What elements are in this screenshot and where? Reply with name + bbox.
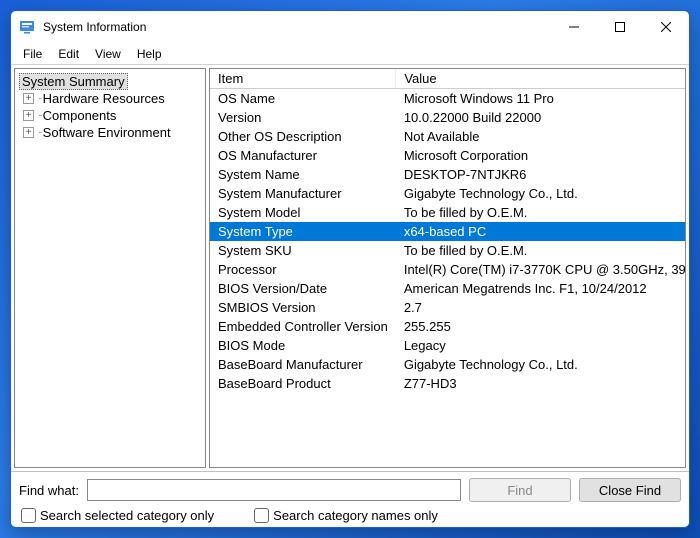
cell-value: Gigabyte Technology Co., Ltd. <box>396 355 685 374</box>
cell-value: Gigabyte Technology Co., Ltd. <box>396 184 685 203</box>
cell-item: BaseBoard Manufacturer <box>210 355 396 374</box>
menu-edit[interactable]: Edit <box>50 45 87 63</box>
table-row[interactable]: BaseBoard ManufacturerGigabyte Technolog… <box>210 355 685 374</box>
cell-value: American Megatrends Inc. F1, 10/24/2012 <box>396 279 685 298</box>
table-row[interactable]: ProcessorIntel(R) Core(TM) i7-3770K CPU … <box>210 260 685 279</box>
cell-value: Z77-HD3 <box>396 374 685 393</box>
tree-item[interactable]: +··Software Environment <box>17 124 203 141</box>
tree-item[interactable]: +··Components <box>17 107 203 124</box>
cell-item: OS Manufacturer <box>210 146 396 165</box>
cell-value: Not Available <box>396 127 685 146</box>
cell-item: System Manufacturer <box>210 184 396 203</box>
cell-item: System Model <box>210 203 396 222</box>
table-row[interactable]: System Typex64-based PC <box>210 222 685 241</box>
cell-item: SMBIOS Version <box>210 298 396 317</box>
table-row[interactable]: BIOS Version/DateAmerican Megatrends Inc… <box>210 279 685 298</box>
table-row[interactable]: System ModelTo be filled by O.E.M. <box>210 203 685 222</box>
table-row[interactable]: Version10.0.22000 Build 22000 <box>210 108 685 127</box>
cell-item: Other OS Description <box>210 127 396 146</box>
cell-item: System SKU <box>210 241 396 260</box>
column-header-item[interactable]: Item <box>210 69 396 89</box>
table-row[interactable]: System ManufacturerGigabyte Technology C… <box>210 184 685 203</box>
cell-item: System Type <box>210 222 396 241</box>
cell-item: System Name <box>210 165 396 184</box>
cell-item: BaseBoard Product <box>210 374 396 393</box>
maximize-button[interactable] <box>597 11 643 43</box>
table-row[interactable]: Embedded Controller Version255.255 <box>210 317 685 336</box>
table-row[interactable]: System NameDESKTOP-7NTJKR6 <box>210 165 685 184</box>
app-icon <box>19 19 35 35</box>
table-row[interactable]: System SKUTo be filled by O.E.M. <box>210 241 685 260</box>
menu-view[interactable]: View <box>87 45 129 63</box>
find-input[interactable] <box>87 479 461 501</box>
cell-value: x64-based PC <box>396 222 685 241</box>
table-row[interactable]: OS ManufacturerMicrosoft Corporation <box>210 146 685 165</box>
table-row[interactable]: BIOS ModeLegacy <box>210 336 685 355</box>
cell-value: To be filled by O.E.M. <box>396 203 685 222</box>
tree-item-label: Software Environment <box>43 125 171 140</box>
close-find-button[interactable]: Close Find <box>579 478 681 502</box>
details-pane: Item Value OS NameMicrosoft Windows 11 P… <box>209 68 686 468</box>
cell-item: OS Name <box>210 89 396 109</box>
minimize-button[interactable] <box>551 11 597 43</box>
cell-item: BIOS Mode <box>210 336 396 355</box>
cell-value: DESKTOP-7NTJKR6 <box>396 165 685 184</box>
cell-item: Embedded Controller Version <box>210 317 396 336</box>
close-button[interactable] <box>643 11 689 43</box>
menubar: File Edit View Help <box>11 43 689 65</box>
menu-help[interactable]: Help <box>129 45 170 63</box>
find-button[interactable]: Find <box>469 478 571 502</box>
cell-item: Version <box>210 108 396 127</box>
titlebar: System Information <box>11 11 689 43</box>
plus-icon[interactable]: + <box>23 110 34 121</box>
table-row[interactable]: BaseBoard ProductZ77-HD3 <box>210 374 685 393</box>
cell-value: Legacy <box>396 336 685 355</box>
tree-item[interactable]: +··Hardware Resources <box>17 90 203 107</box>
table-row[interactable]: SMBIOS Version2.7 <box>210 298 685 317</box>
plus-icon[interactable]: + <box>23 93 34 104</box>
app-window: System Information File Edit View Help S… <box>10 10 690 528</box>
cell-value: To be filled by O.E.M. <box>396 241 685 260</box>
window-title: System Information <box>43 20 551 34</box>
content-area: System Summary +··Hardware Resources+··C… <box>11 65 689 471</box>
cell-value: 2.7 <box>396 298 685 317</box>
plus-icon[interactable]: + <box>23 127 34 138</box>
cell-item: BIOS Version/Date <box>210 279 396 298</box>
cell-item: Processor <box>210 260 396 279</box>
checkbox-icon[interactable] <box>21 508 36 523</box>
tree-item-label: Hardware Resources <box>43 91 165 106</box>
tree-item-label: Components <box>43 108 117 123</box>
search-selected-category-checkbox[interactable]: Search selected category only <box>21 508 214 523</box>
menu-file[interactable]: File <box>15 45 50 63</box>
cell-value: 255.255 <box>396 317 685 336</box>
table-row[interactable]: OS NameMicrosoft Windows 11 Pro <box>210 89 685 109</box>
checkbox-icon[interactable] <box>254 508 269 523</box>
tree-root[interactable]: System Summary <box>19 73 128 90</box>
details-scroll[interactable]: Item Value OS NameMicrosoft Windows 11 P… <box>210 69 685 467</box>
find-label: Find what: <box>19 483 79 498</box>
search-category-names-checkbox[interactable]: Search category names only <box>254 508 438 523</box>
cell-value: 10.0.22000 Build 22000 <box>396 108 685 127</box>
find-bar: Find what: Find Close Find Search select… <box>11 471 689 527</box>
tree-pane[interactable]: System Summary +··Hardware Resources+··C… <box>14 68 206 468</box>
table-row[interactable]: Other OS DescriptionNot Available <box>210 127 685 146</box>
cell-value: Microsoft Windows 11 Pro <box>396 89 685 109</box>
cell-value: Microsoft Corporation <box>396 146 685 165</box>
column-header-value[interactable]: Value <box>396 69 685 89</box>
cell-value: Intel(R) Core(TM) i7-3770K CPU @ 3.50GHz… <box>396 260 685 279</box>
